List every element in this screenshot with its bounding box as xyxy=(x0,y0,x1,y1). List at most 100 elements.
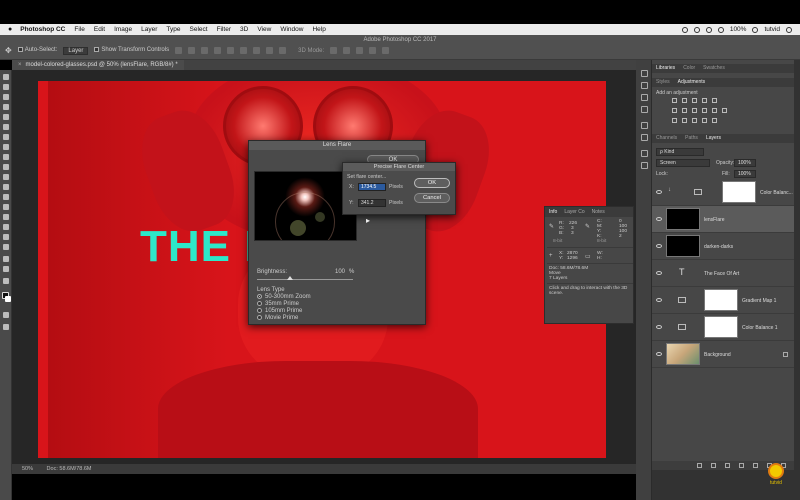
layer-row-color-balance[interactable]: ↓ Color Balanc... xyxy=(652,179,794,206)
gradient-tool-icon[interactable] xyxy=(3,184,9,190)
align-button[interactable] xyxy=(188,47,196,54)
3d-roll-button[interactable] xyxy=(343,47,351,54)
visibility-eye-icon[interactable] xyxy=(656,271,662,275)
visibility-eye-icon[interactable] xyxy=(656,325,662,329)
align-button[interactable] xyxy=(240,47,248,54)
pen-tool-icon[interactable] xyxy=(3,214,9,220)
notification-icon[interactable] xyxy=(786,26,792,33)
tab-color[interactable]: Color xyxy=(683,64,695,73)
apple-menu-icon[interactable]: ● xyxy=(8,26,12,33)
precise-ok-button[interactable]: OK xyxy=(414,178,450,188)
clone-source-icon[interactable] xyxy=(641,134,648,141)
tab-layer-comps[interactable]: Layer Co xyxy=(564,207,584,217)
color-balance-adjustment-icon[interactable] xyxy=(682,108,687,113)
layer-name[interactable]: lensFlare xyxy=(704,217,725,223)
x-input[interactable]: 1734.5 xyxy=(358,183,386,191)
auto-select-checkbox[interactable]: Auto-Select: xyxy=(17,47,57,54)
layer-mask-thumb[interactable] xyxy=(704,289,738,311)
blur-tool-icon[interactable] xyxy=(3,194,9,200)
precise-cancel-button[interactable]: Cancel xyxy=(414,193,450,203)
path-select-tool-icon[interactable] xyxy=(3,234,9,240)
align-button[interactable] xyxy=(201,47,209,54)
menu-window[interactable]: Window xyxy=(280,26,303,33)
move-tool-icon[interactable]: ✥ xyxy=(5,46,12,55)
photo-filter-adjustment-icon[interactable] xyxy=(702,108,707,113)
menu-image[interactable]: Image xyxy=(114,26,132,33)
3d-slide-button[interactable] xyxy=(369,47,377,54)
menu-photoshop[interactable]: Photoshop CC xyxy=(20,26,65,33)
adjustment-layer-icon[interactable] xyxy=(739,463,744,468)
gradient-map-adjustment-icon[interactable] xyxy=(702,118,707,123)
paragraph-panel-icon[interactable] xyxy=(641,162,648,169)
info-panel-icon[interactable] xyxy=(641,106,648,113)
bw-adjustment-icon[interactable] xyxy=(692,108,697,113)
channel-mixer-adjustment-icon[interactable] xyxy=(712,108,717,113)
visibility-eye-icon[interactable] xyxy=(656,352,662,356)
layer-row-gradient-map[interactable]: Gradient Map 1 xyxy=(652,287,794,314)
brightness-slider-track[interactable] xyxy=(257,279,353,280)
layer-row-lensflare[interactable]: lensFlare xyxy=(652,206,794,233)
menu-select[interactable]: Select xyxy=(190,26,208,33)
move-tool-icon[interactable] xyxy=(3,74,9,80)
layer-row-background[interactable]: Background xyxy=(652,341,794,368)
history-panel-icon[interactable] xyxy=(641,70,648,77)
eyedropper-tool-icon[interactable] xyxy=(3,124,9,130)
layer-name[interactable]: Background xyxy=(704,352,731,358)
eraser-tool-icon[interactable] xyxy=(3,174,9,180)
tab-libraries[interactable]: Libraries xyxy=(656,64,675,73)
status-icon[interactable] xyxy=(693,26,700,33)
align-button[interactable] xyxy=(175,47,183,54)
layer-thumb[interactable] xyxy=(666,208,700,230)
visibility-eye-icon[interactable] xyxy=(656,217,662,221)
crop-tool-icon[interactable] xyxy=(3,114,9,120)
screen-mode-icon[interactable] xyxy=(3,324,9,330)
brightness-input[interactable]: 100 xyxy=(335,269,345,275)
tab-layers[interactable]: Layers xyxy=(706,134,721,143)
brightness-slider-thumb[interactable] xyxy=(286,276,293,280)
type-tool-icon[interactable] xyxy=(3,224,9,230)
layer-thumb[interactable] xyxy=(666,343,700,365)
background-color-swatch[interactable] xyxy=(5,296,11,302)
menu-edit[interactable]: Edit xyxy=(94,26,105,33)
brush-tool-icon[interactable] xyxy=(3,144,9,150)
layer-name[interactable]: Gradient Map 1 xyxy=(742,298,776,304)
user-name[interactable]: tutvid xyxy=(764,26,780,33)
quick-mask-icon[interactable] xyxy=(3,312,9,318)
folder-icon[interactable] xyxy=(753,463,758,468)
healing-tool-icon[interactable] xyxy=(3,134,9,140)
zoom-level[interactable]: 50% xyxy=(22,466,33,472)
distribute-button[interactable] xyxy=(279,47,287,54)
visibility-eye-icon[interactable] xyxy=(656,244,662,248)
menu-3d[interactable]: 3D xyxy=(240,26,248,33)
link-icon[interactable] xyxy=(697,463,702,468)
character-panel-icon[interactable] xyxy=(641,150,648,157)
auto-select-dropdown[interactable]: Layer xyxy=(63,46,89,55)
layer-name[interactable]: Color Balance 1 xyxy=(742,325,778,331)
lasso-tool-icon[interactable] xyxy=(3,94,9,100)
hand-tool-icon[interactable] xyxy=(3,256,9,262)
show-transform-checkbox[interactable]: Show Transform Controls xyxy=(94,47,169,54)
history-brush-tool-icon[interactable] xyxy=(3,164,9,170)
layer-mask-thumb[interactable] xyxy=(704,316,738,338)
tab-swatches[interactable]: Swatches xyxy=(703,64,725,73)
selective-color-adjustment-icon[interactable] xyxy=(712,118,717,123)
menu-help[interactable]: Help xyxy=(312,26,325,33)
y-input[interactable]: 341.2 xyxy=(358,199,386,207)
distribute-button[interactable] xyxy=(266,47,274,54)
layer-kind-filter[interactable]: ρ Kind xyxy=(656,148,704,156)
align-button[interactable] xyxy=(227,47,235,54)
3d-scale-button[interactable] xyxy=(382,47,390,54)
layer-thumb[interactable] xyxy=(666,235,700,257)
more-tools-icon[interactable] xyxy=(3,278,9,284)
threshold-adjustment-icon[interactable] xyxy=(692,118,697,123)
lens-type-radio[interactable]: 50-300mm Zoom xyxy=(257,294,311,300)
shape-tool-icon[interactable] xyxy=(3,244,9,250)
layer-name[interactable]: darken-darks xyxy=(704,244,733,250)
menu-filter[interactable]: Filter xyxy=(217,26,231,33)
invert-adjustment-icon[interactable] xyxy=(672,118,677,123)
tab-notes[interactable]: Notes xyxy=(592,207,605,217)
status-icon[interactable] xyxy=(705,26,712,33)
lens-type-radio[interactable]: 105mm Prime xyxy=(257,308,302,314)
brightness-adjustment-icon[interactable] xyxy=(672,98,677,103)
visibility-eye-icon[interactable] xyxy=(656,190,662,194)
